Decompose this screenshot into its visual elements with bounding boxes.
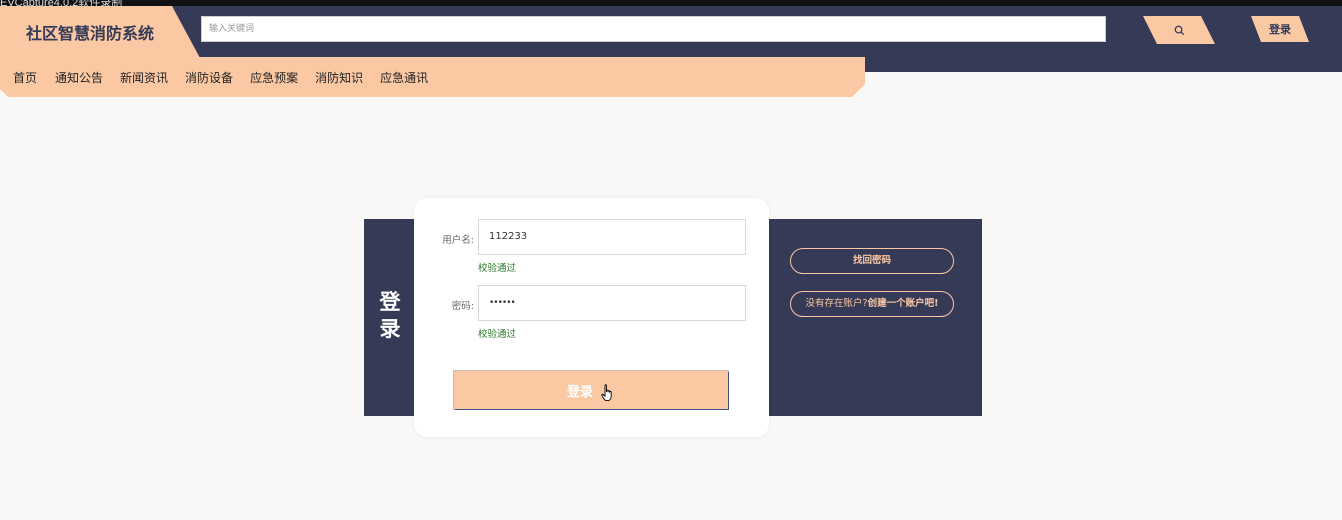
- forgot-password-button[interactable]: 找回密码: [790, 248, 954, 274]
- register-prefix: 没有存在账户?: [805, 298, 868, 309]
- main-nav: 首页 通知公告 新闻资讯 消防设备 应急预案 消防知识 应急通讯: [0, 57, 865, 97]
- nav-item-home[interactable]: 首页: [13, 69, 37, 86]
- login-title-char-2: 录: [379, 317, 401, 341]
- nav-item-news[interactable]: 新闻资讯: [120, 69, 168, 86]
- password-field[interactable]: ••••••: [478, 285, 746, 321]
- nav-item-equipment[interactable]: 消防设备: [185, 69, 233, 86]
- register-link-button[interactable]: 没有存在账户?创建一个账户吧!: [790, 291, 954, 317]
- username-validation: 校验通过: [478, 263, 517, 274]
- login-vertical-title: 登 录: [377, 289, 403, 343]
- login-title-char-1: 登: [379, 290, 401, 314]
- username-field[interactable]: 112233: [478, 219, 746, 255]
- search-input[interactable]: 输入关键词: [201, 16, 1106, 42]
- header-login-button[interactable]: 登录: [1251, 16, 1309, 42]
- nav-item-emergency-plans[interactable]: 应急预案: [250, 69, 298, 86]
- password-label: 密码:: [451, 301, 474, 312]
- login-form-card: 用户名: 112233 校验通过 密码: •••••• 校验通过 登录: [414, 198, 769, 437]
- brand-logo[interactable]: 社区智慧消防系统: [0, 6, 200, 58]
- login-submit-label: 登录: [566, 384, 593, 400]
- search-icon: [1174, 25, 1184, 35]
- nav-item-fire-knowledge[interactable]: 消防知识: [315, 69, 363, 86]
- password-validation: 校验通过: [478, 329, 517, 340]
- register-bold: 创建一个账户吧!: [867, 298, 939, 309]
- account-actions-panel: 找回密码 没有存在账户?创建一个账户吧!: [768, 219, 982, 416]
- nav-item-notices[interactable]: 通知公告: [55, 69, 103, 86]
- login-submit-button[interactable]: 登录: [454, 371, 728, 409]
- login-title-panel: 登 录: [364, 219, 416, 416]
- nav-item-emergency-comms[interactable]: 应急通讯: [380, 69, 428, 86]
- username-label: 用户名:: [442, 235, 474, 246]
- brand-title: 社区智慧消防系统: [26, 24, 155, 43]
- hand-cursor-icon: [601, 384, 612, 402]
